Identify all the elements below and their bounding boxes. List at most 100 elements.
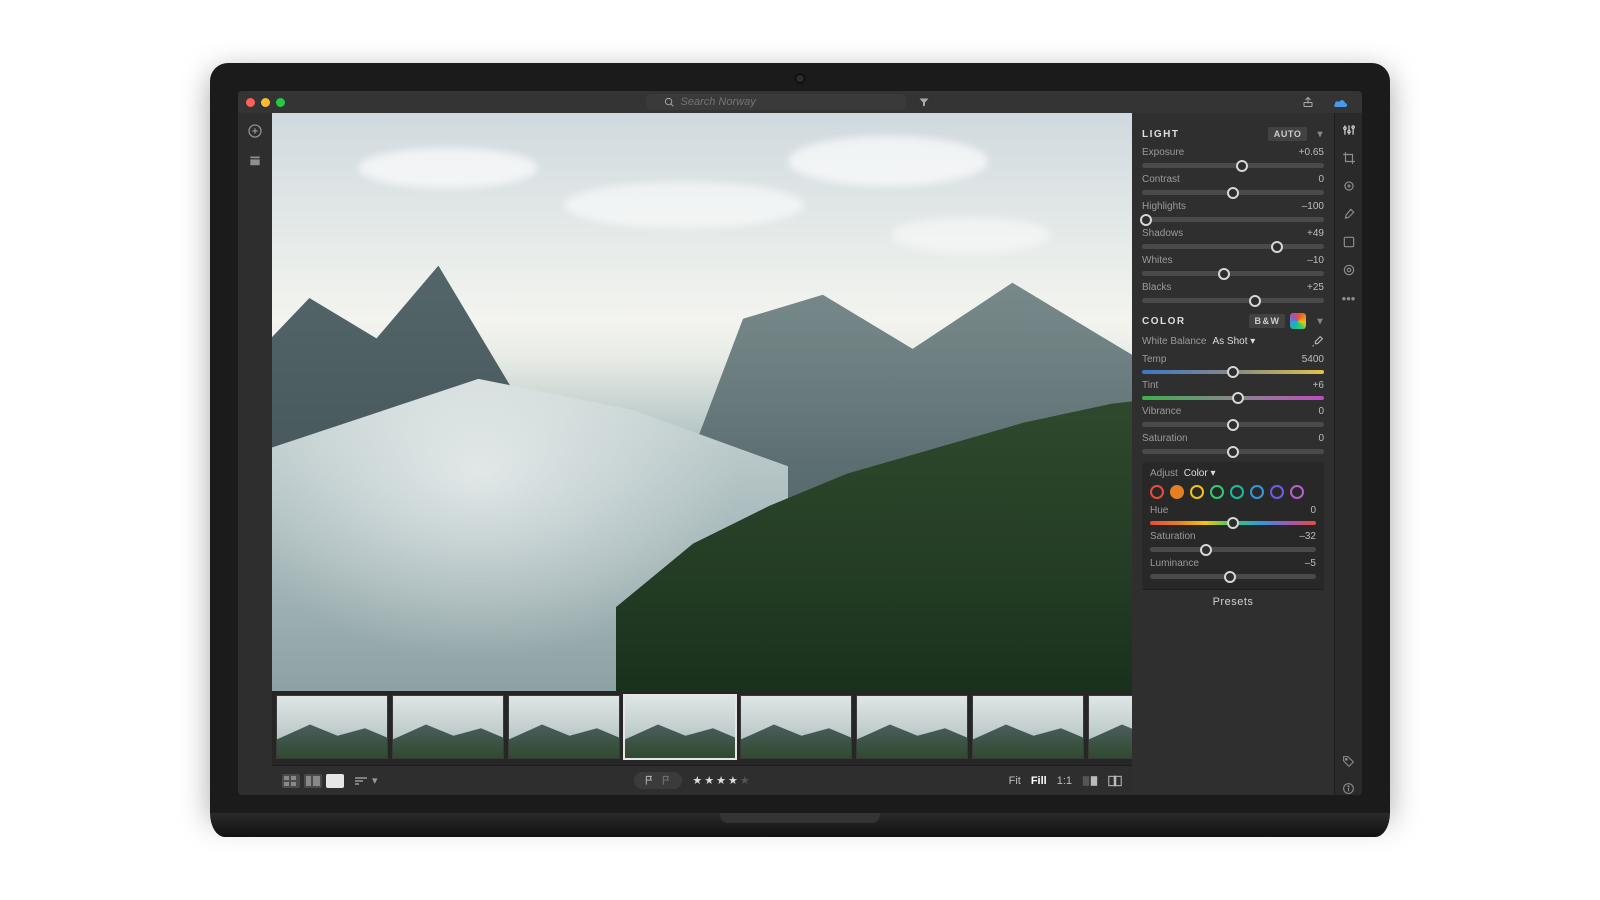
slider-highlights: Highlights–100	[1142, 201, 1324, 222]
zoom-fit[interactable]: Fit	[1009, 775, 1021, 787]
slider-thumb[interactable]	[1218, 268, 1230, 280]
color-swatches	[1150, 485, 1316, 499]
slider-temp: Temp5400	[1142, 354, 1324, 374]
slider-thumb[interactable]	[1200, 544, 1212, 556]
swatch[interactable]	[1210, 485, 1224, 499]
slider-thumb[interactable]	[1227, 517, 1239, 529]
swatch[interactable]	[1170, 485, 1184, 499]
tag-icon[interactable]	[1342, 755, 1355, 768]
image-canvas[interactable]	[272, 113, 1132, 691]
color-section-header[interactable]: COLOR B&W ▾	[1142, 313, 1324, 329]
slider-value: –5	[1305, 558, 1316, 569]
thumbnail[interactable]	[1088, 695, 1132, 759]
grid-view-button[interactable]	[282, 774, 300, 788]
share-icon[interactable]	[1296, 96, 1320, 108]
slider-thumb[interactable]	[1227, 446, 1239, 458]
chevron-down-icon[interactable]: ▾	[1311, 316, 1324, 327]
compare-icon[interactable]	[1108, 775, 1122, 787]
sort-button[interactable]: ▾	[354, 774, 378, 787]
healing-icon[interactable]	[1342, 179, 1356, 193]
edit-sliders-icon[interactable]	[1342, 123, 1356, 137]
slider-value: +0.65	[1299, 147, 1324, 158]
thumbnail[interactable]	[392, 695, 504, 759]
swatch[interactable]	[1270, 485, 1284, 499]
presets-button[interactable]: Presets	[1142, 589, 1324, 614]
add-photos-icon[interactable]	[247, 123, 263, 139]
zoom-1to1[interactable]: 1:1	[1057, 775, 1072, 787]
slider-value: 0	[1318, 174, 1324, 185]
more-icon[interactable]: •••	[1342, 291, 1356, 306]
slider-track[interactable]	[1142, 190, 1324, 195]
slider-value: 0	[1318, 406, 1324, 417]
swatch[interactable]	[1150, 485, 1164, 499]
search-field[interactable]	[646, 94, 906, 110]
slider-value: –100	[1302, 201, 1324, 212]
rating-stars[interactable]: ★★★★★	[692, 774, 751, 787]
minimize-window-button[interactable]	[261, 98, 270, 107]
filmstrip[interactable]	[272, 691, 1132, 765]
slider-track[interactable]	[1150, 521, 1316, 525]
detail-view-button[interactable]	[304, 774, 322, 788]
thumbnail[interactable]	[740, 695, 852, 759]
slider-thumb[interactable]	[1232, 392, 1244, 404]
library-icon[interactable]	[248, 153, 262, 167]
slider-thumb[interactable]	[1227, 419, 1239, 431]
slider-thumb[interactable]	[1236, 160, 1248, 172]
slider-track[interactable]	[1142, 370, 1324, 374]
linear-gradient-icon[interactable]	[1342, 235, 1356, 249]
close-window-button[interactable]	[246, 98, 255, 107]
info-icon[interactable]	[1342, 782, 1355, 795]
slider-saturation: Saturation0	[1142, 433, 1324, 454]
crop-icon[interactable]	[1342, 151, 1356, 165]
slider-track[interactable]	[1142, 244, 1324, 249]
slider-track[interactable]	[1142, 298, 1324, 303]
slider-thumb[interactable]	[1227, 366, 1239, 378]
slider-track[interactable]	[1150, 574, 1316, 579]
eyedropper-icon[interactable]	[1311, 335, 1324, 348]
slider-thumb[interactable]	[1140, 214, 1152, 226]
light-section-header[interactable]: LIGHT AUTO ▾	[1142, 127, 1324, 141]
thumbnail[interactable]	[276, 695, 388, 759]
slider-track[interactable]	[1142, 163, 1324, 168]
slider-tint: Tint+6	[1142, 380, 1324, 400]
flag-reject-icon[interactable]	[661, 775, 672, 786]
search-input[interactable]	[681, 96, 861, 108]
zoom-window-button[interactable]	[276, 98, 285, 107]
chevron-down-icon[interactable]: ▾	[1311, 129, 1324, 140]
flag-pick-icon[interactable]	[644, 775, 655, 786]
slider-track[interactable]	[1142, 271, 1324, 276]
cloud-sync-icon[interactable]	[1326, 96, 1354, 108]
left-rail	[238, 113, 272, 795]
slider-label: Saturation	[1150, 531, 1196, 542]
bw-toggle[interactable]: B&W	[1249, 314, 1285, 328]
slider-thumb[interactable]	[1227, 187, 1239, 199]
slider-track[interactable]	[1142, 422, 1324, 427]
thumbnail[interactable]	[972, 695, 1084, 759]
slider-track[interactable]	[1142, 396, 1324, 400]
brush-icon[interactable]	[1342, 207, 1356, 221]
color-profile-icon[interactable]	[1290, 313, 1306, 329]
swatch[interactable]	[1230, 485, 1244, 499]
slider-track[interactable]	[1142, 449, 1324, 454]
slider-value: 0	[1310, 505, 1316, 516]
before-after-icon[interactable]	[1082, 775, 1098, 787]
slider-track[interactable]	[1150, 547, 1316, 552]
slider-thumb[interactable]	[1271, 241, 1283, 253]
slider-thumb[interactable]	[1224, 571, 1236, 583]
swatch[interactable]	[1250, 485, 1264, 499]
radial-gradient-icon[interactable]	[1342, 263, 1356, 277]
single-view-button[interactable]	[326, 774, 344, 788]
zoom-fill[interactable]: Fill	[1031, 775, 1047, 787]
slider-thumb[interactable]	[1249, 295, 1261, 307]
adjust-select[interactable]: Color ▾	[1184, 468, 1216, 479]
slider-track[interactable]	[1142, 217, 1324, 222]
swatch[interactable]	[1290, 485, 1304, 499]
thumbnail[interactable]	[624, 695, 736, 759]
thumbnail[interactable]	[856, 695, 968, 759]
filter-icon[interactable]	[912, 96, 936, 108]
white-balance-select[interactable]: As Shot ▾	[1212, 336, 1255, 347]
chevron-down-icon: ▾	[372, 774, 378, 787]
swatch[interactable]	[1190, 485, 1204, 499]
thumbnail[interactable]	[508, 695, 620, 759]
auto-button[interactable]: AUTO	[1268, 127, 1308, 141]
